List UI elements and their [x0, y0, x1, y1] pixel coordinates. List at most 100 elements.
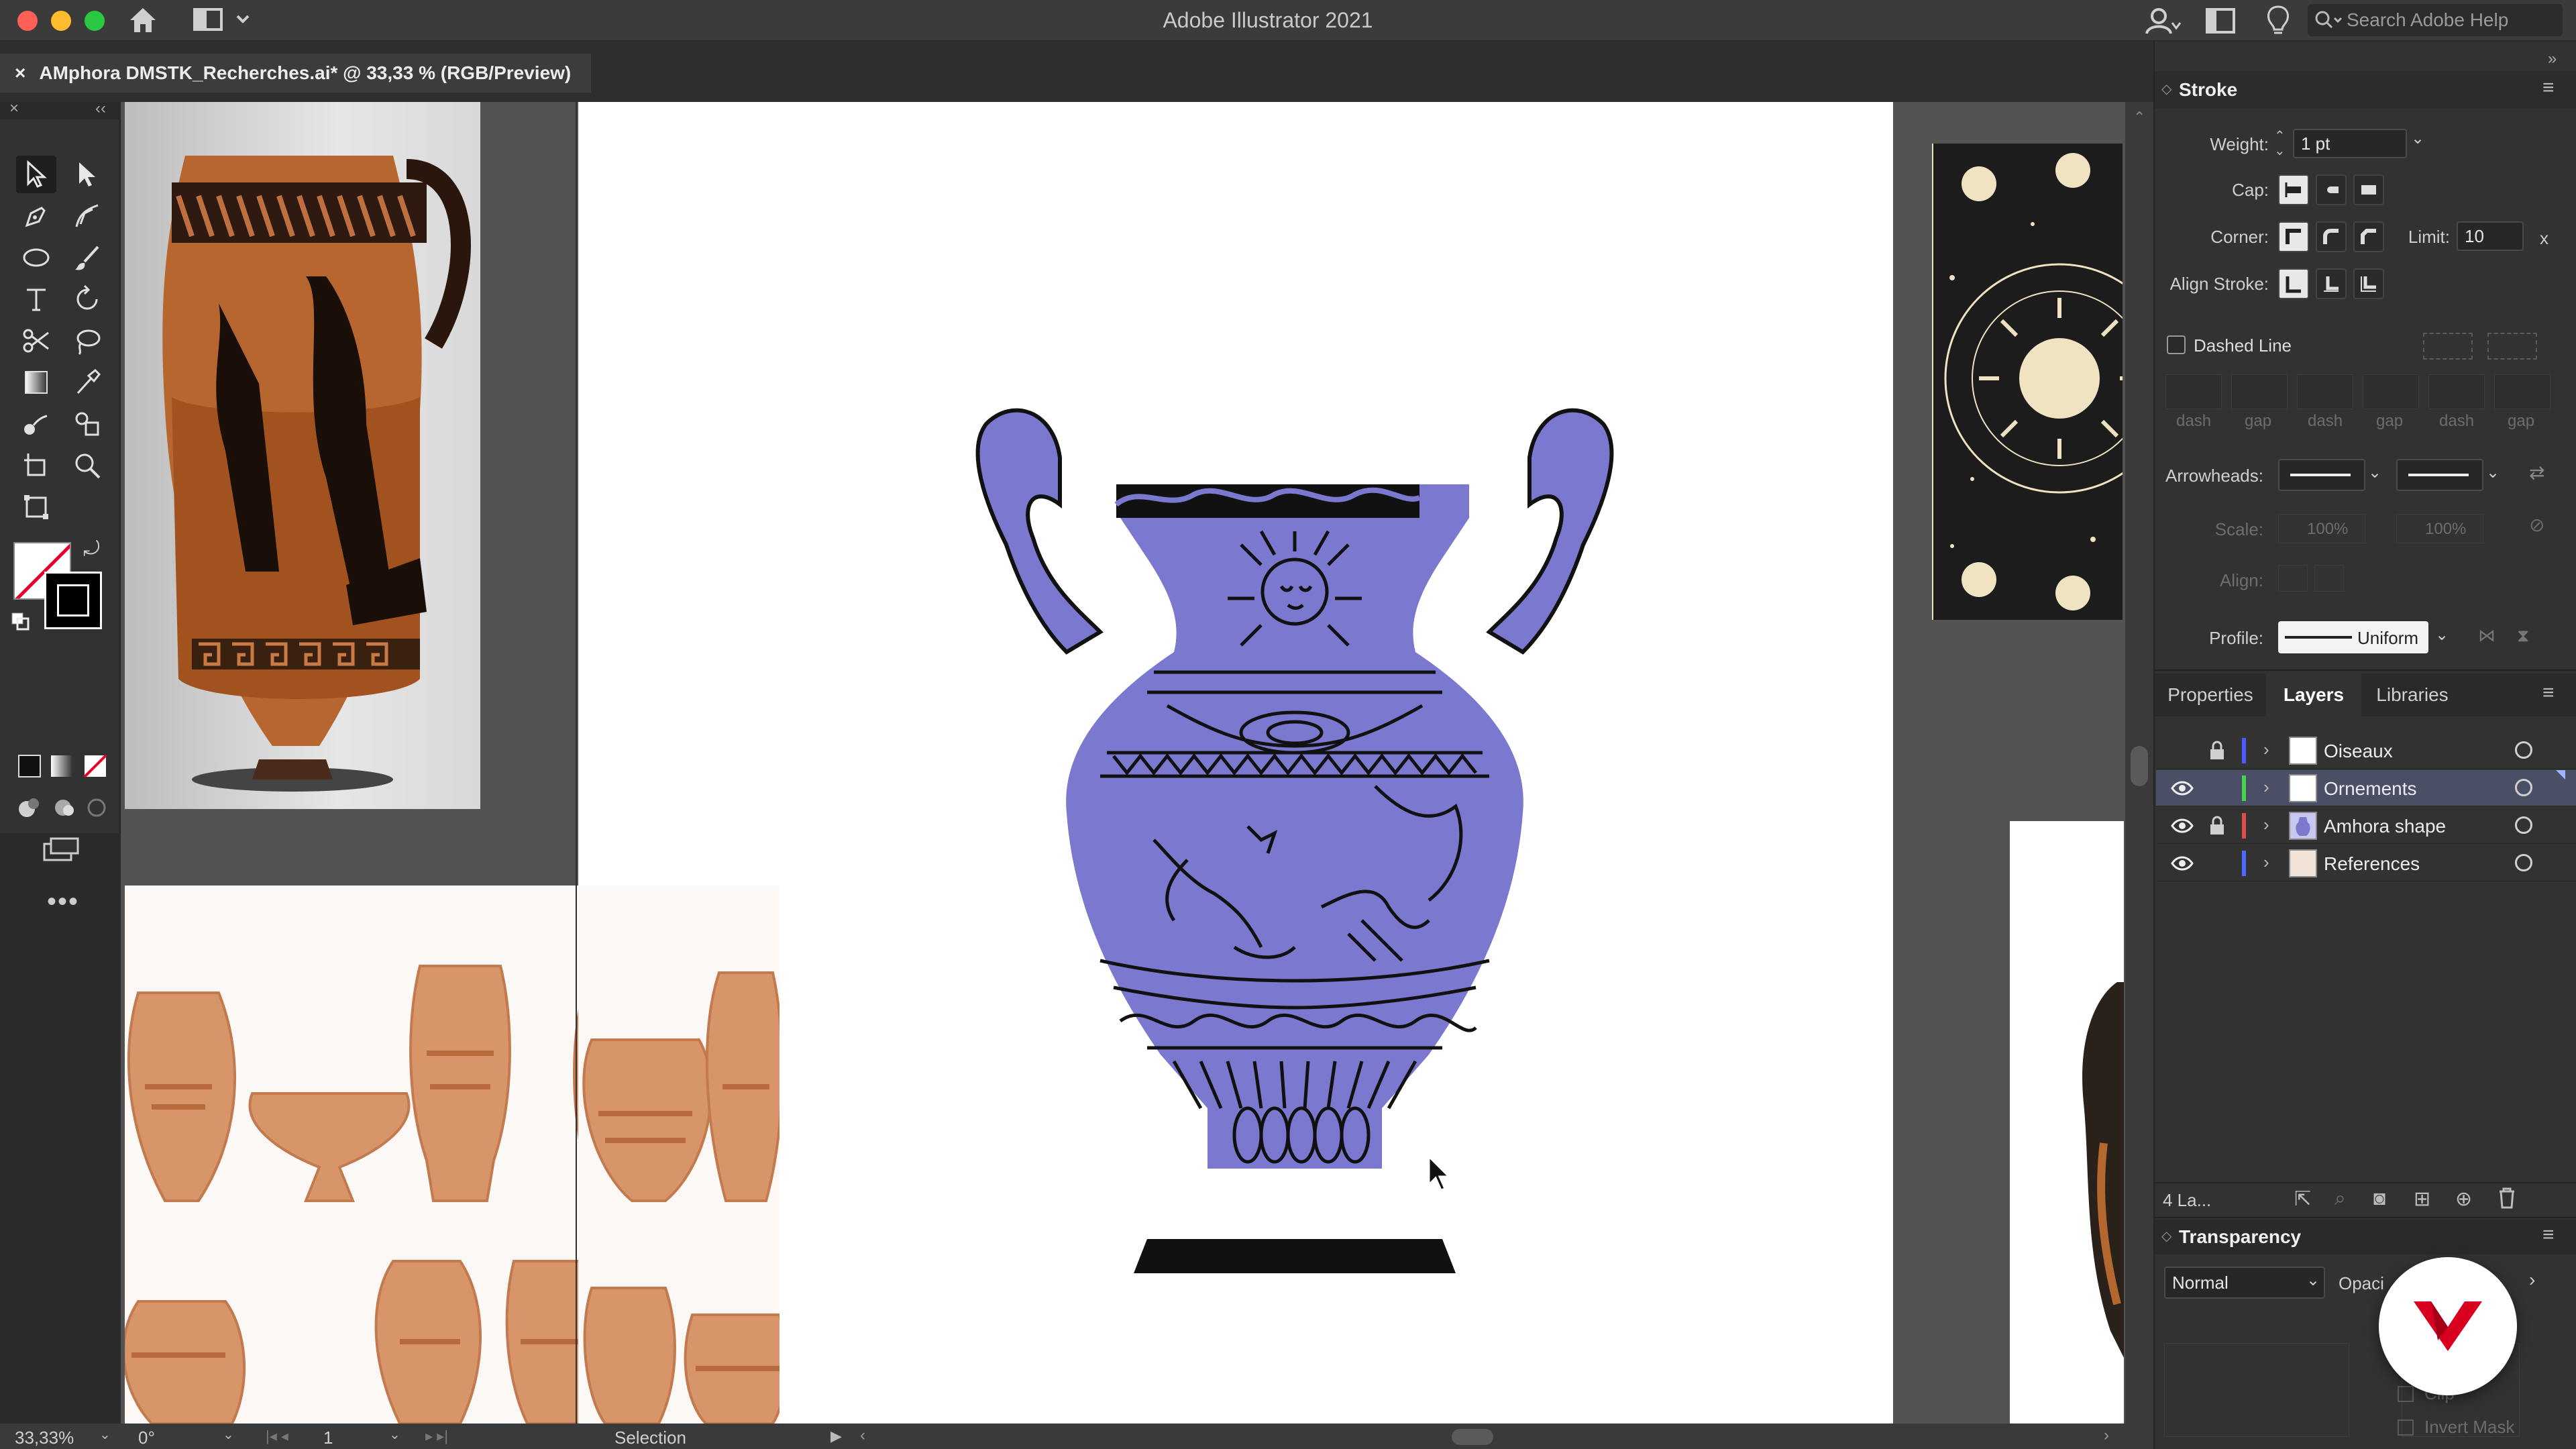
weight-stepper-icon[interactable]: ⌃ ⌄ — [2274, 129, 2286, 158]
bevel-join-button[interactable] — [2353, 221, 2384, 252]
layer-row-ornements[interactable]: › Ornements — [2156, 770, 2576, 806]
collapse-dock-icon[interactable]: » — [2548, 50, 2557, 68]
maximize-window-button[interactable] — [85, 11, 105, 31]
new-sublayer-icon[interactable]: ⊞ — [2414, 1187, 2430, 1211]
eye-icon[interactable] — [2171, 855, 2194, 876]
expand-chevron-icon[interactable]: › — [2263, 814, 2269, 835]
ellipse-tool-icon[interactable] — [16, 239, 56, 276]
lock-icon[interactable] — [2208, 816, 2226, 841]
start-arrowhead-dropdown-icon[interactable]: ⌄ — [2368, 463, 2381, 482]
pen-tool-icon[interactable] — [16, 197, 56, 235]
start-scale-field[interactable]: 100% — [2278, 514, 2365, 543]
collapse-transparency-panel-icon[interactable]: ◇ — [2161, 1228, 2171, 1244]
selection-tool-icon[interactable] — [16, 156, 56, 193]
edit-toolbar-more-icon[interactable]: ••• — [47, 887, 79, 917]
workspace-switcher-icon[interactable] — [193, 7, 254, 37]
scroll-up-icon[interactable]: ⌃ — [2133, 109, 2145, 126]
artboard-tool-icon[interactable] — [16, 447, 56, 484]
arrow-extend-button[interactable] — [2278, 565, 2308, 592]
butt-cap-button[interactable] — [2278, 174, 2309, 205]
flip-across-icon[interactable]: ⧗ — [2517, 625, 2529, 647]
end-arrowhead-dropdown-icon[interactable]: ⌄ — [2486, 463, 2500, 482]
gradient-mode-icon[interactable] — [48, 753, 75, 780]
color-mode-icon[interactable] — [16, 753, 43, 780]
artboard-number[interactable]: 1 — [323, 1428, 333, 1448]
gap-3-field[interactable] — [2494, 374, 2551, 409]
reference-sun-image[interactable] — [1932, 144, 2123, 620]
delete-layer-icon[interactable] — [2497, 1187, 2517, 1212]
end-arrowhead-select[interactable] — [2396, 459, 2483, 491]
layer-name[interactable]: Ornements — [2324, 778, 2417, 800]
weight-field[interactable]: 1 pt — [2293, 129, 2407, 158]
draw-inside-icon[interactable] — [83, 794, 110, 824]
transparency-panel-title[interactable]: Transparency — [2179, 1226, 2301, 1248]
clipping-mask-icon[interactable]: ◙ — [2373, 1187, 2385, 1210]
arrow-place-button[interactable] — [2314, 565, 2344, 592]
reference-photo-amphora[interactable] — [125, 102, 480, 809]
collapse-stroke-panel-icon[interactable]: ◇ — [2161, 80, 2171, 97]
start-arrowhead-select[interactable] — [2278, 459, 2365, 491]
gap-2-field[interactable] — [2363, 374, 2419, 409]
dash-align-corners-button[interactable] — [2487, 333, 2537, 360]
layer-row-oiseaux[interactable]: › Oiseaux — [2156, 733, 2576, 769]
screen-mode-icon[interactable] — [42, 836, 79, 866]
dash-preserve-exact-button[interactable] — [2423, 333, 2473, 360]
rotation-value[interactable]: 0° — [138, 1428, 155, 1448]
paintbrush-tool-icon[interactable] — [67, 239, 107, 276]
minimize-window-button[interactable] — [51, 11, 71, 31]
last-artboard-icon[interactable]: ▸ ▸| — [425, 1428, 448, 1445]
close-toolbar-icon[interactable]: × — [9, 99, 19, 118]
zoom-tool-icon[interactable] — [67, 447, 107, 484]
layer-name[interactable]: Amhora shape — [2324, 816, 2446, 837]
layer-target-icon[interactable] — [2515, 741, 2532, 759]
new-layer-icon[interactable]: ⊕ — [2455, 1187, 2472, 1211]
dash-1-field[interactable] — [2165, 374, 2222, 409]
invert-mask-checkbox[interactable] — [2398, 1419, 2414, 1436]
layer-target-icon[interactable] — [2515, 816, 2532, 834]
layer-name[interactable]: References — [2324, 853, 2420, 875]
dash-3-field[interactable] — [2428, 374, 2485, 409]
gap-1-field[interactable] — [2231, 374, 2288, 409]
help-search-input[interactable]: Search Adobe Help — [2308, 4, 2563, 36]
layer-row-references[interactable]: › References — [2156, 845, 2576, 881]
layers-panel-menu-icon[interactable]: ≡ — [2542, 682, 2555, 704]
transparency-panel-menu-icon[interactable]: ≡ — [2542, 1224, 2555, 1246]
round-cap-button[interactable] — [2316, 174, 2347, 205]
draw-behind-icon[interactable] — [51, 794, 78, 824]
rotate-tool-icon[interactable] — [67, 280, 107, 318]
tab-layers[interactable]: Layers — [2266, 674, 2361, 716]
home-icon[interactable] — [127, 5, 158, 38]
opacity-arrow-icon[interactable]: › — [2529, 1269, 2535, 1291]
align-outside-button[interactable] — [2353, 268, 2384, 299]
lock-icon[interactable] — [2208, 741, 2226, 765]
export-layer-icon[interactable]: ⇱ — [2294, 1187, 2311, 1211]
close-window-button[interactable] — [17, 11, 38, 31]
scroll-left-icon[interactable]: ‹ — [860, 1426, 865, 1445]
current-tool[interactable]: Selection — [614, 1428, 686, 1448]
vertical-scrollbar[interactable]: ⌃ — [2125, 102, 2153, 1424]
arrange-documents-icon[interactable] — [2206, 8, 2235, 37]
zoom-dropdown-icon[interactable]: ⌄ — [99, 1426, 111, 1443]
end-scale-field[interactable]: 100% — [2396, 514, 2483, 543]
projecting-cap-button[interactable] — [2353, 174, 2384, 205]
dash-2-field[interactable] — [2297, 374, 2353, 409]
curvature-tool-icon[interactable] — [67, 197, 107, 235]
lasso-tool-icon[interactable] — [67, 322, 107, 360]
flip-along-icon[interactable]: ⋈ — [2478, 625, 2496, 646]
none-mode-icon[interactable] — [82, 753, 109, 780]
stroke-panel-title[interactable]: Stroke — [2179, 79, 2237, 101]
miter-join-button[interactable] — [2278, 221, 2309, 252]
artboard-dropdown-icon[interactable]: ⌄ — [389, 1426, 400, 1443]
first-artboard-icon[interactable]: |◂ ◂ — [266, 1428, 288, 1445]
blend-mode-select[interactable]: Normal — [2164, 1267, 2325, 1299]
blend-mode-dropdown-icon[interactable]: ⌄ — [2306, 1271, 2320, 1290]
tab-properties[interactable]: Properties — [2155, 674, 2266, 716]
rotation-dropdown-icon[interactable]: ⌄ — [223, 1426, 234, 1443]
limit-field[interactable]: 10 — [2457, 221, 2524, 251]
scroll-right-icon[interactable]: › — [2104, 1426, 2109, 1445]
scissors-tool-icon[interactable] — [16, 322, 56, 360]
blend-tool-icon[interactable] — [16, 405, 56, 443]
close-tab-icon[interactable]: × — [15, 62, 25, 83]
profile-dropdown-icon[interactable]: ⌄ — [2435, 625, 2449, 645]
weight-dropdown-icon[interactable]: ⌄ — [2411, 129, 2424, 148]
